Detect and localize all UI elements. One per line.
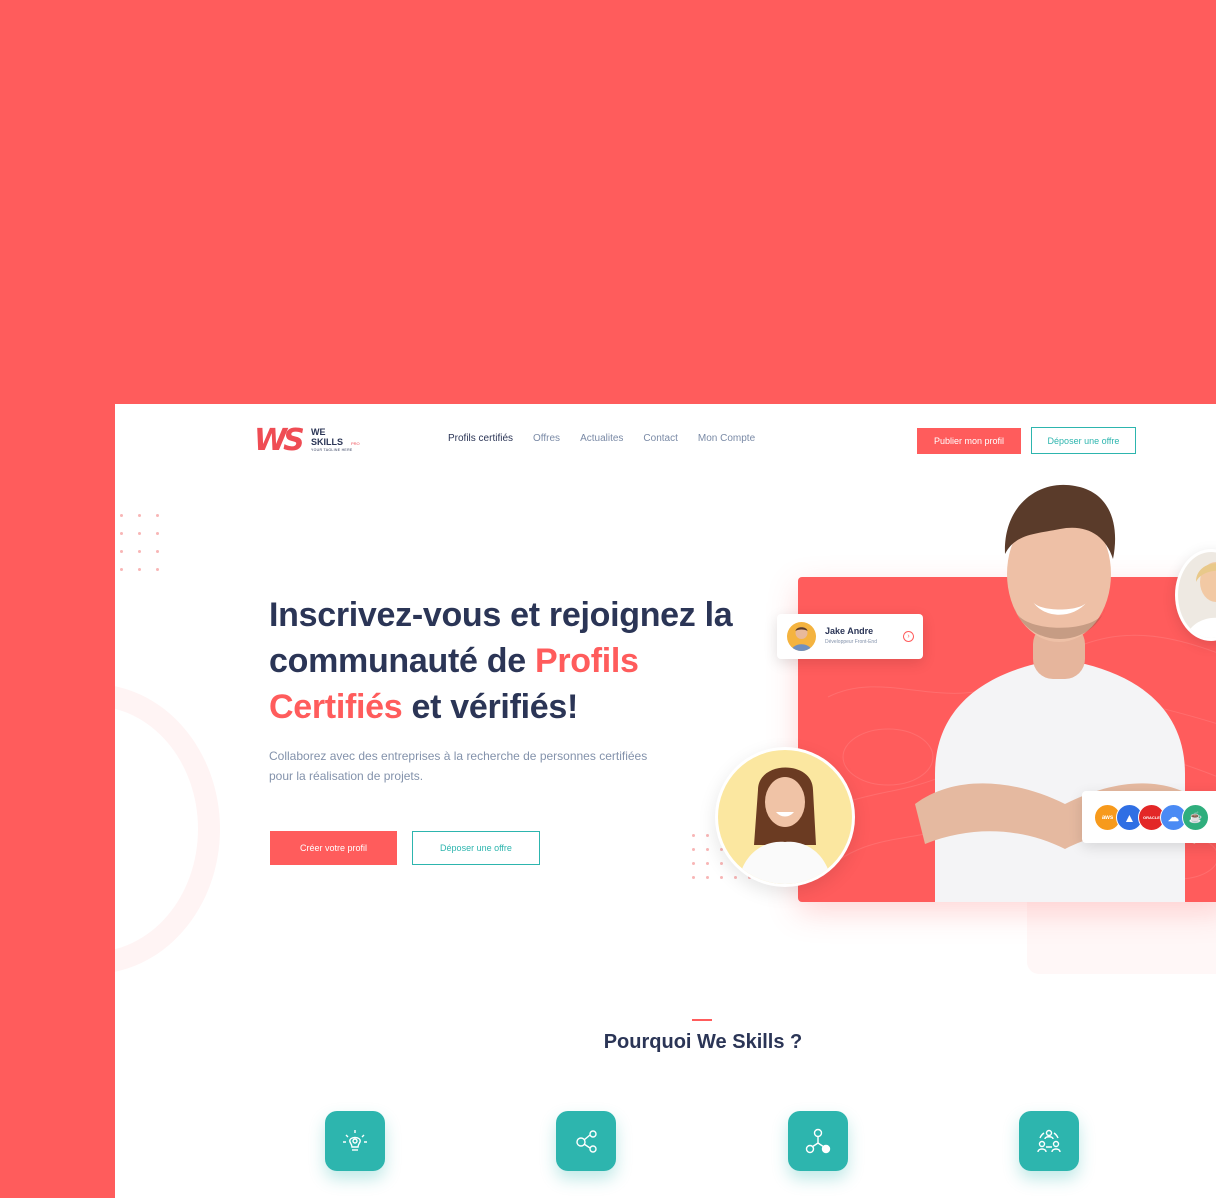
decorative-ring [115,684,220,974]
share-nodes-icon [576,1130,597,1153]
profile-card[interactable]: Jake Andre Développeur Front-End › [777,614,923,659]
main-nav: Profils certifiés Offres Actualites Cont… [448,433,755,444]
hero-title-part1: Inscrivez-vous et rejoignez la communaut… [269,596,733,680]
hero-title-part2: et vérifiés! [402,688,579,726]
feature-team [1019,1111,1079,1171]
logo-text-line2: SKILLS [311,437,344,447]
publish-profile-button[interactable]: Publier mon profil [917,428,1021,454]
logo-suffix: PRO [351,441,360,446]
avatar [787,622,816,651]
post-offer-header-button[interactable]: Déposer une offre [1031,427,1136,454]
person-photo [1178,552,1216,638]
hero-title: Inscrivez-vous et rejoignez la communaut… [269,592,749,730]
tech-logos-card: aws ▲ ORACLE ☁ ☕ [1082,791,1216,843]
woman-photo [718,750,852,884]
nav-item-profils[interactable]: Profils certifiés [448,433,513,444]
landing-page: WS WE SKILLS PRO YOUR TAGLINE HERE Profi… [115,404,1216,1198]
logo-mark: WS [254,423,305,458]
post-offer-button[interactable]: Déposer une offre [412,831,540,865]
logo-tagline: YOUR TAGLINE HERE [311,448,353,452]
feature-share [556,1111,616,1171]
section-divider [692,1019,712,1021]
java-logo-icon: ☕ [1182,804,1209,831]
nav-item-contact[interactable]: Contact [643,433,677,444]
logo-text-line1: WE [311,427,326,437]
nav-item-actualites[interactable]: Actualites [580,433,623,444]
network-icon [805,1128,831,1154]
profile-name: Jake Andre [825,626,874,636]
lightbulb-icon [343,1130,367,1151]
arrow-right-icon[interactable]: › [903,631,914,642]
woman-avatar-circle [715,747,855,887]
nav-item-offres[interactable]: Offres [533,433,560,444]
feature-lightbulb [325,1111,385,1171]
decorative-dots [120,514,159,571]
logo[interactable]: WS WE SKILLS PRO YOUR TAGLINE HERE [254,426,364,456]
profile-role: Développeur Front-End [825,639,877,645]
section-title: Pourquoi We Skills ? [603,1031,803,1053]
hero-subtitle: Collaborez avec des entreprises à la rec… [269,749,648,783]
nav-item-mon-compte[interactable]: Mon Compte [698,433,755,444]
team-icon [1037,1129,1061,1153]
feature-network [788,1111,848,1171]
create-profile-button[interactable]: Créer votre profil [270,831,397,865]
